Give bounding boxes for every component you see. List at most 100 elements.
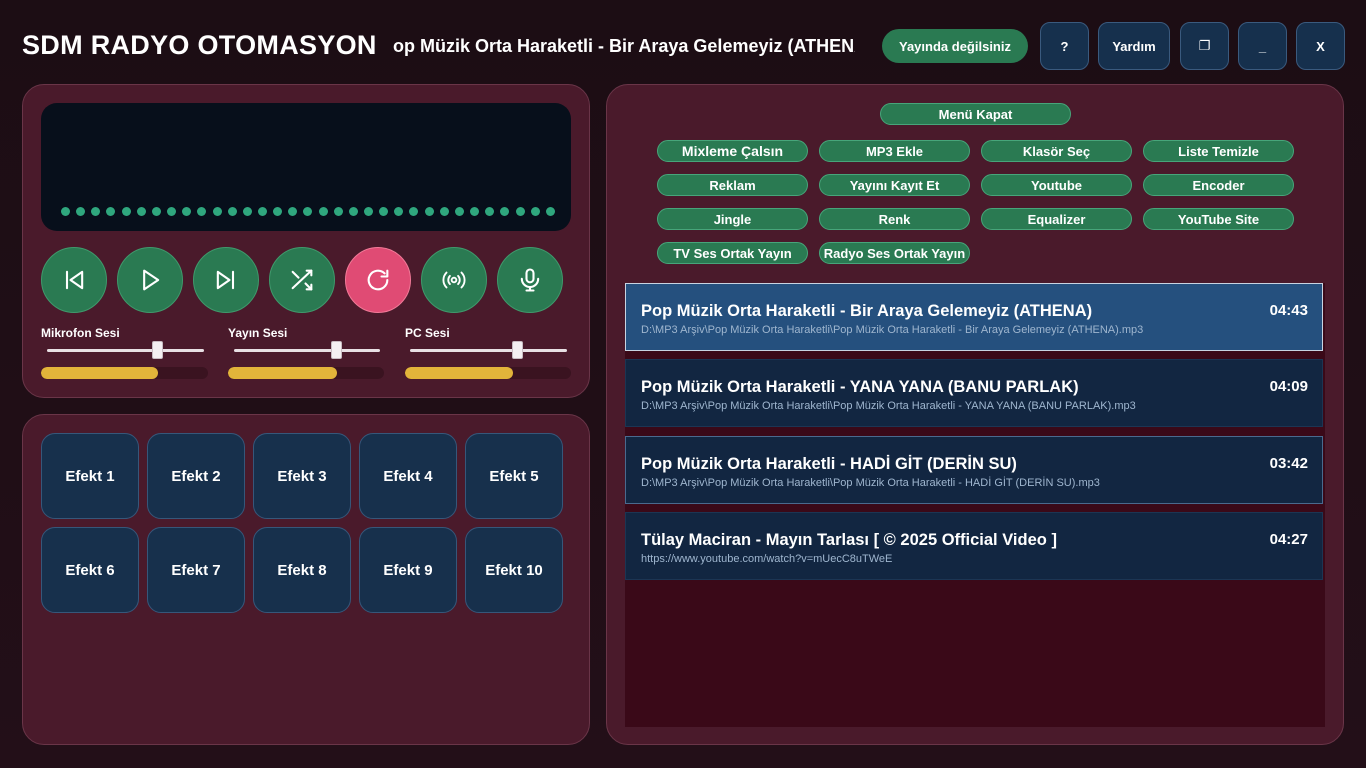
playlist: Pop Müzik Orta Haraketli - Bir Araya Gel… [625,283,1325,727]
broadcast-button[interactable] [421,247,487,313]
menu-youtube-button[interactable]: Youtube [981,174,1132,196]
menu-record-broadcast-button[interactable]: Yayını Kayıt Et [819,174,970,196]
repeat-button[interactable] [345,247,411,313]
menu-jingle-button[interactable]: Jingle [657,208,808,230]
visualizer-dot [242,207,252,216]
visualizer-dot [136,207,146,216]
menu-equalizer-button[interactable]: Equalizer [981,208,1132,230]
visualizer-dot [106,207,116,216]
playlist-row[interactable]: Tülay Maciran - Mayın Tarlası [ © 2025 O… [625,512,1323,580]
broadcast-level-meter [228,367,384,379]
visualizer-dot [182,207,192,216]
visualizer-dot [257,207,267,216]
repeat-icon [367,269,389,291]
player-panel: Mikrofon Sesi Yayın Sesi PC Sesi [22,84,590,398]
menu-tv-shared-broadcast-button[interactable]: TV Ses Ortak Yayın [657,242,808,264]
track-title: Pop Müzik Orta Haraketli - Bir Araya Gel… [641,302,1093,320]
track-path: D:\MP3 Arşiv\Pop Müzik Orta Haraketli\Po… [641,477,1100,489]
visualizer-dot [61,207,70,216]
mic-volume-label: Mikrofon Sesi [41,326,120,340]
visualizer-dot [364,207,373,216]
menu-add-mp3-button[interactable]: MP3 Ekle [819,140,970,162]
microphone-icon [520,268,540,292]
maximize-button[interactable]: ❐ [1180,22,1229,70]
visualizer-dot [288,207,298,216]
visualizer-dot [515,207,525,216]
mic-level-meter [41,367,208,379]
question-button[interactable]: ? [1040,22,1089,70]
menu-color-button[interactable]: Renk [819,208,970,230]
menu-select-folder-button[interactable]: Klasör Seç [981,140,1132,162]
menu-radio-shared-broadcast-button[interactable]: Radyo Ses Ortak Yayın [819,242,970,264]
visualizer-dot [530,207,540,216]
effect-button-2[interactable]: Efekt 2 [147,433,245,519]
mic-volume-thumb[interactable] [151,341,163,359]
visualizer-dot [379,207,389,216]
track-duration: 04:27 [1269,531,1308,548]
visualizer-dots [61,207,556,217]
track-duration: 04:09 [1269,378,1308,395]
visualizer-dot [424,207,434,216]
broadcast-volume-label: Yayın Sesi [228,326,288,340]
visualizer-dot [76,207,86,216]
visualizer-dot [333,207,343,216]
microphone-button[interactable] [497,247,563,313]
effect-button-4[interactable]: Efekt 4 [359,433,457,519]
next-button[interactable] [193,247,259,313]
broadcast-volume-thumb[interactable] [331,341,343,359]
menu-ads-button[interactable]: Reklam [657,174,808,196]
mic-volume-slider[interactable] [47,349,204,352]
effect-button-1[interactable]: Efekt 1 [41,433,139,519]
menu-mix-play-button[interactable]: Mixleme Çalsın [657,140,808,162]
mic-level-fill [41,367,158,379]
effects-panel: Efekt 1 Efekt 2 Efekt 3 Efekt 4 Efekt 5 … [22,414,590,745]
playlist-row[interactable]: Pop Müzik Orta Haraketli - YANA YANA (BA… [625,359,1323,427]
effect-button-9[interactable]: Efekt 9 [359,527,457,613]
visualizer-dot [545,207,555,216]
shuffle-button[interactable] [269,247,335,313]
shuffle-icon [291,269,313,291]
visualizer-dot [167,207,177,216]
menu-youtube-site-button[interactable]: YouTube Site [1143,208,1294,230]
visualizer-dot [212,207,222,216]
playlist-row[interactable]: Pop Müzik Orta Haraketli - HADİ GİT (DER… [625,436,1323,504]
track-path: D:\MP3 Arşiv\Pop Müzik Orta Haraketli\Po… [641,400,1136,412]
pc-level-fill [405,367,513,379]
track-title: Pop Müzik Orta Haraketli - HADİ GİT (DER… [641,455,1017,473]
effect-button-3[interactable]: Efekt 3 [253,433,351,519]
effect-button-10[interactable]: Efekt 10 [465,527,563,613]
track-duration: 04:43 [1269,302,1308,319]
visualizer-dot [439,207,449,216]
track-path: https://www.youtube.com/watch?v=mUecC8uT… [641,553,893,565]
broadcast-icon [442,271,466,289]
visualizer-dot [348,207,358,216]
playlist-panel: Menü Kapat Mixleme Çalsın MP3 Ekle Klasö… [606,84,1344,745]
minimize-button[interactable]: _ [1238,22,1287,70]
audio-visualizer [41,103,571,231]
effect-button-7[interactable]: Efekt 7 [147,527,245,613]
track-path: D:\MP3 Arşiv\Pop Müzik Orta Haraketli\Po… [641,324,1144,336]
effect-button-5[interactable]: Efekt 5 [465,433,563,519]
effect-button-6[interactable]: Efekt 6 [41,527,139,613]
visualizer-dot [227,207,237,216]
play-button[interactable] [117,247,183,313]
skip-forward-icon [216,270,235,290]
close-menu-button[interactable]: Menü Kapat [880,103,1071,125]
playlist-row[interactable]: Pop Müzik Orta Haraketli - Bir Araya Gel… [625,283,1323,351]
visualizer-dot [485,207,495,216]
play-icon [143,269,160,291]
help-button[interactable]: Yardım [1098,22,1170,70]
pc-volume-thumb[interactable] [511,341,523,359]
effect-button-8[interactable]: Efekt 8 [253,527,351,613]
visualizer-dot [121,207,131,216]
broadcast-status-badge: Yayında değilsiniz [882,29,1028,63]
track-duration: 03:42 [1269,455,1308,472]
previous-button[interactable] [41,247,107,313]
close-button[interactable]: X [1296,22,1345,70]
menu-encoder-button[interactable]: Encoder [1143,174,1294,196]
broadcast-volume-slider[interactable] [234,349,380,352]
app-window: SDM RADYO OTOMASYON Pop Müzik Orta Harak… [0,0,1366,768]
menu-clear-list-button[interactable]: Liste Temizle [1143,140,1294,162]
visualizer-dot [470,207,480,216]
pc-volume-slider[interactable] [410,349,567,352]
